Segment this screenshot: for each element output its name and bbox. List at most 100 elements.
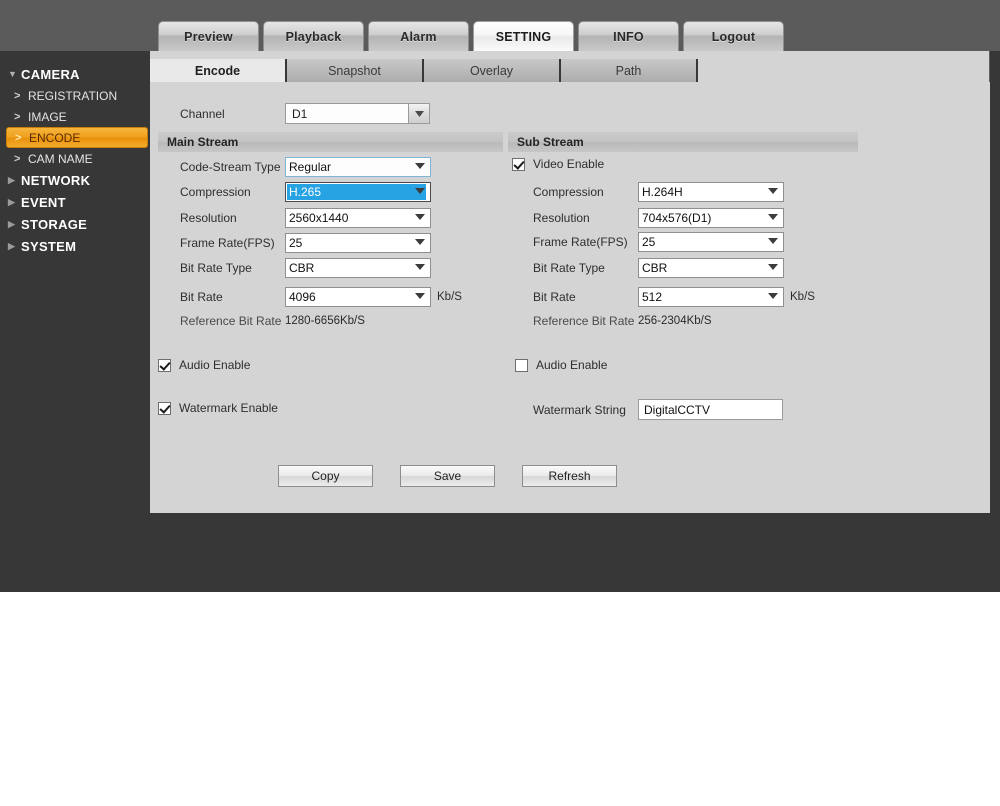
nav-tab-preview[interactable]: Preview: [158, 21, 259, 51]
nav-tab-setting[interactable]: SETTING: [473, 21, 574, 51]
sub-resolution-select[interactable]: 704x576(D1): [638, 208, 784, 228]
channel-select[interactable]: D1: [285, 103, 430, 124]
main-resolution-select-wrap: 2560x1440: [285, 208, 431, 228]
main-bit-rate-label: Bit Rate: [180, 290, 285, 304]
main-code-stream-type-label: Code-Stream Type: [180, 160, 285, 174]
main-bit-rate-select-wrap: 4096: [285, 287, 431, 307]
copy-button-label: Copy: [311, 469, 339, 483]
sub-bit-rate-type-row: Bit Rate Type CBR: [533, 258, 784, 278]
copy-button[interactable]: Copy: [278, 465, 373, 487]
caret-right-icon: ▶: [8, 220, 21, 229]
sub-bit-rate-select[interactable]: 512: [638, 287, 784, 307]
main-bit-rate-unit: Kb/S: [437, 291, 462, 303]
channel-value: D1: [286, 107, 307, 121]
main-watermark-enable-row[interactable]: Watermark Enable: [158, 401, 278, 415]
main-audio-enable-label: Audio Enable: [179, 358, 250, 372]
main-reference-bit-rate-label: Reference Bit Rate: [180, 314, 285, 328]
sidebar-group-camera[interactable]: ▼ CAMERA: [0, 63, 150, 85]
main-bit-rate-select[interactable]: 4096: [285, 287, 431, 307]
sidebar-group-system[interactable]: ▶ SYSTEM: [0, 235, 150, 257]
sub-resolution-row: Resolution 704x576(D1): [533, 208, 784, 228]
save-button[interactable]: Save: [400, 465, 495, 487]
caret-right-icon: ▶: [8, 176, 21, 185]
sub-compression-row: Compression H.264H: [533, 182, 784, 202]
tab-encode[interactable]: Encode: [150, 59, 287, 82]
nav-tab-alarm[interactable]: Alarm: [368, 21, 469, 51]
sidebar-item-cam-name[interactable]: > CAM NAME: [14, 148, 148, 169]
sidebar-group-system-label: SYSTEM: [21, 239, 76, 254]
main-resolution-select[interactable]: 2560x1440: [285, 208, 431, 228]
main-frame-rate-select[interactable]: 25: [285, 233, 431, 253]
nav-tab-alarm-label: Alarm: [400, 30, 436, 44]
watermark-string-row: Watermark String: [533, 399, 783, 420]
main-watermark-enable-label: Watermark Enable: [179, 401, 278, 415]
sub-reference-bit-rate-label: Reference Bit Rate: [533, 314, 638, 328]
tab-overlay[interactable]: Overlay: [424, 59, 561, 82]
main-bit-rate-type-select[interactable]: CBR: [285, 258, 431, 278]
sub-audio-enable-checkbox[interactable]: [515, 359, 528, 372]
sidebar-menu: ▼ CAMERA > REGISTRATION > IMAGE > ENCODE…: [0, 51, 150, 592]
nav-tab-playback[interactable]: Playback: [263, 21, 364, 51]
nav-tab-logout[interactable]: Logout: [683, 21, 784, 51]
sub-reference-bit-rate-row: Reference Bit Rate 256-2304Kb/S: [533, 314, 712, 328]
main-code-stream-type-select-wrap: Regular: [285, 157, 431, 177]
sub-audio-enable-row[interactable]: Audio Enable: [515, 358, 607, 372]
chevron-right-icon: >: [14, 111, 28, 123]
sub-frame-rate-label: Frame Rate(FPS): [533, 235, 638, 249]
refresh-button[interactable]: Refresh: [522, 465, 617, 487]
nav-tab-info-label: INFO: [613, 30, 644, 44]
sub-stream-section-header: Sub Stream: [508, 132, 858, 152]
chevron-down-icon[interactable]: [408, 104, 429, 123]
sub-compression-select[interactable]: H.264H: [638, 182, 784, 202]
encode-settings-form: Channel D1 Main Stream Sub Stream Code-S…: [150, 82, 990, 513]
sub-bit-rate-type-select[interactable]: CBR: [638, 258, 784, 278]
caret-right-icon: ▶: [8, 242, 21, 251]
sub-compression-select-wrap: H.264H: [638, 182, 784, 202]
channel-label: Channel: [180, 107, 285, 121]
main-compression-select[interactable]: H.265: [285, 182, 431, 202]
sub-audio-enable-label: Audio Enable: [536, 358, 607, 372]
sub-video-enable-row[interactable]: Video Enable: [512, 157, 604, 171]
sub-bit-rate-type-label: Bit Rate Type: [533, 261, 638, 275]
sidebar-group-network[interactable]: ▶ NETWORK: [0, 169, 150, 191]
main-compression-select-wrap: H.265 H.265: [285, 182, 431, 202]
main-frame-rate-label: Frame Rate(FPS): [180, 236, 285, 250]
nav-tab-logout-label: Logout: [712, 30, 756, 44]
sidebar-group-storage[interactable]: ▶ STORAGE: [0, 213, 150, 235]
sidebar-item-registration-label: REGISTRATION: [28, 89, 117, 103]
sidebar-item-image[interactable]: > IMAGE: [14, 106, 148, 127]
ivs-web-client: Preview Playback Alarm SETTING INFO Logo…: [0, 0, 1000, 592]
chevron-right-icon: >: [14, 90, 28, 102]
sidebar-group-event[interactable]: ▶ EVENT: [0, 191, 150, 213]
tab-overlay-label: Overlay: [470, 64, 513, 78]
settings-subtabs: Encode Snapshot Overlay Path: [150, 59, 698, 82]
main-bit-rate-type-row: Bit Rate Type CBR: [180, 258, 431, 278]
watermark-string-input[interactable]: [638, 399, 783, 420]
main-audio-enable-row[interactable]: Audio Enable: [158, 358, 250, 372]
main-reference-bit-rate-row: Reference Bit Rate 1280-6656Kb/S: [180, 314, 365, 328]
nav-tab-info[interactable]: INFO: [578, 21, 679, 51]
tab-path[interactable]: Path: [561, 59, 698, 82]
sub-frame-rate-select[interactable]: 25: [638, 232, 784, 252]
sidebar-item-encode-label: ENCODE: [29, 131, 80, 145]
sub-bit-rate-unit: Kb/S: [790, 291, 815, 303]
tab-snapshot[interactable]: Snapshot: [287, 59, 424, 82]
sidebar-group-camera-label: CAMERA: [21, 67, 80, 82]
main-audio-enable-checkbox[interactable]: [158, 359, 171, 372]
main-code-stream-type-select[interactable]: Regular: [285, 157, 431, 177]
tab-path-label: Path: [616, 64, 642, 78]
sub-compression-label: Compression: [533, 185, 638, 199]
sidebar-item-registration[interactable]: > REGISTRATION: [14, 85, 148, 106]
sidebar-group-storage-label: STORAGE: [21, 217, 87, 232]
sub-bit-rate-label: Bit Rate: [533, 290, 638, 304]
main-reference-bit-rate-value: 1280-6656Kb/S: [285, 315, 365, 327]
chevron-right-icon: >: [15, 132, 29, 144]
sidebar-item-encode[interactable]: > ENCODE: [6, 127, 148, 148]
action-button-bar: Copy Save Refresh: [150, 439, 990, 513]
sub-bit-rate-row: Bit Rate 512 Kb/S: [533, 287, 815, 307]
main-watermark-enable-checkbox[interactable]: [158, 402, 171, 415]
tab-encode-label: Encode: [195, 64, 240, 78]
main-code-stream-type-row: Code-Stream Type Regular: [180, 157, 431, 177]
sub-video-enable-checkbox[interactable]: [512, 158, 525, 171]
sub-bit-rate-type-select-wrap: CBR: [638, 258, 784, 278]
